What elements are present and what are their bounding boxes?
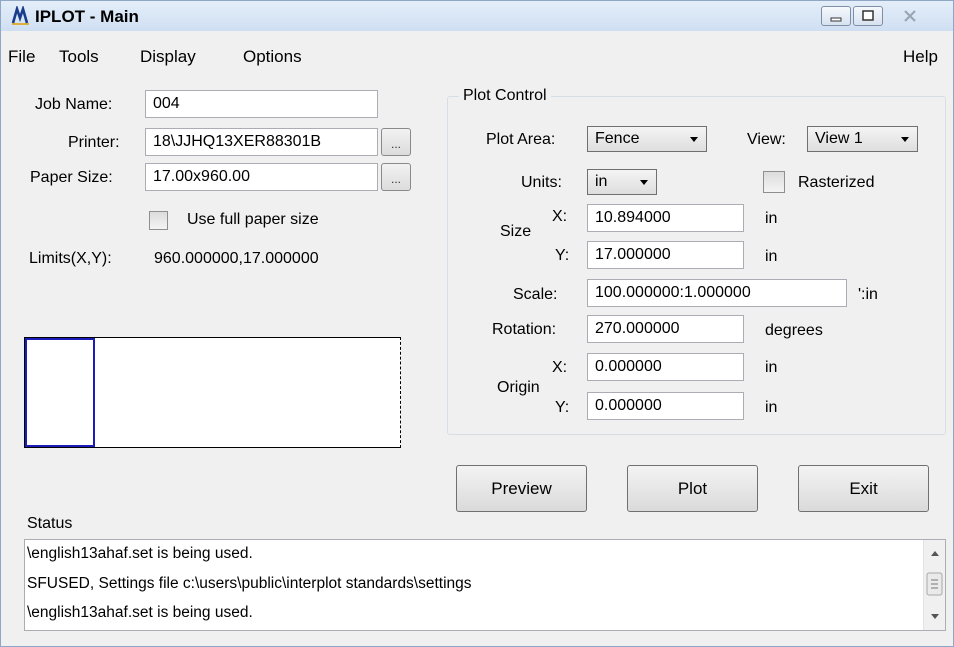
plot-button[interactable]: Plot — [627, 465, 758, 512]
status-line: \english13ahaf.set is being used. — [27, 604, 253, 621]
menu-display[interactable]: Display — [140, 47, 196, 67]
paper-size-browse-button[interactable]: ... — [381, 163, 411, 191]
scale-label: Scale: — [513, 286, 558, 303]
plot-preview-fence — [25, 338, 95, 447]
size-label: Size — [500, 223, 532, 240]
close-button[interactable] — [885, 6, 935, 26]
maximize-button[interactable] — [853, 6, 883, 26]
printer-browse-button[interactable]: ... — [381, 128, 411, 156]
iplot-main-window: IPLOT - Main File Tools Display Options … — [0, 0, 954, 647]
size-x-label: X: — [552, 208, 568, 225]
rotation-label: Rotation: — [492, 321, 557, 338]
use-full-paper-checkbox[interactable] — [149, 211, 168, 230]
plot-preview-area — [24, 337, 401, 448]
paper-size-label: Paper Size: — [30, 169, 113, 186]
plot-area-dropdown[interactable]: Fence — [587, 126, 707, 152]
job-name-field[interactable]: 004 — [145, 90, 378, 118]
printer-field[interactable]: 18\JJHQ13XER88301B — [145, 128, 378, 156]
units-label: Units: — [521, 174, 562, 191]
rotation-unit: degrees — [765, 322, 823, 339]
rasterized-label: Rasterized — [798, 174, 875, 191]
preview-button[interactable]: Preview — [456, 465, 587, 512]
view-dropdown[interactable]: View 1 — [807, 126, 918, 152]
scale-field[interactable]: 100.000000:1.000000 — [587, 279, 847, 307]
size-y-field[interactable]: 17.000000 — [587, 241, 744, 269]
size-x-unit: in — [765, 210, 778, 227]
job-name-label: Job Name: — [35, 96, 113, 113]
scroll-down-arrow-icon — [931, 614, 939, 619]
use-full-paper-label: Use full paper size — [187, 211, 319, 228]
limits-label: Limits(X,Y): — [29, 250, 112, 267]
menu-bar: File Tools Display Options Help — [1, 43, 953, 69]
units-dropdown[interactable]: in — [587, 169, 657, 195]
size-y-unit: in — [765, 248, 778, 265]
paper-size-field[interactable]: 17.00x960.00 — [145, 163, 378, 191]
status-line: \english13ahaf.set is being used. — [27, 545, 253, 562]
units-value: in — [595, 173, 608, 190]
status-scrollbar[interactable] — [923, 540, 945, 630]
menu-file[interactable]: File — [8, 47, 35, 67]
maximize-icon — [862, 10, 874, 21]
origin-y-label: Y: — [555, 399, 570, 416]
iplot-app-icon — [11, 6, 29, 25]
exit-button[interactable]: Exit — [798, 465, 929, 512]
minimize-button[interactable] — [821, 6, 851, 26]
chevron-down-icon — [690, 137, 698, 142]
menu-tools[interactable]: Tools — [59, 47, 99, 67]
close-icon — [904, 10, 916, 22]
size-x-field[interactable]: 10.894000 — [587, 204, 744, 232]
status-line: SFUSED, Settings file c:\users\public\in… — [27, 575, 472, 592]
status-label: Status — [27, 515, 73, 532]
plot-area-value: Fence — [595, 130, 640, 147]
rotation-field[interactable]: 270.000000 — [587, 315, 744, 343]
view-label: View: — [747, 131, 786, 148]
origin-x-field[interactable]: 0.000000 — [587, 353, 744, 381]
scroll-up-arrow-icon — [931, 551, 939, 556]
status-log[interactable]: \english13ahaf.set is being used. SFUSED… — [24, 539, 946, 631]
origin-label: Origin — [497, 379, 540, 396]
minimize-icon — [830, 17, 842, 22]
rasterized-checkbox[interactable] — [763, 171, 785, 193]
title-bar[interactable]: IPLOT - Main — [1, 1, 953, 31]
chevron-down-icon — [640, 180, 648, 185]
plot-control-title: Plot Control — [459, 87, 551, 105]
scale-unit: ':in — [858, 286, 878, 303]
chevron-down-icon — [901, 137, 909, 142]
origin-y-unit: in — [765, 399, 778, 416]
origin-x-label: X: — [552, 359, 568, 376]
origin-y-field[interactable]: 0.000000 — [587, 392, 744, 420]
scrollbar-graphics — [926, 551, 943, 619]
plot-area-label: Plot Area: — [486, 131, 556, 148]
printer-label: Printer: — [68, 134, 120, 151]
size-y-label: Y: — [555, 247, 570, 264]
origin-x-unit: in — [765, 359, 778, 376]
window-title: IPLOT - Main — [35, 7, 139, 26]
menu-help[interactable]: Help — [903, 47, 938, 67]
view-value: View 1 — [815, 130, 863, 147]
menu-options[interactable]: Options — [243, 47, 302, 67]
limits-value: 960.000000,17.000000 — [154, 250, 319, 267]
